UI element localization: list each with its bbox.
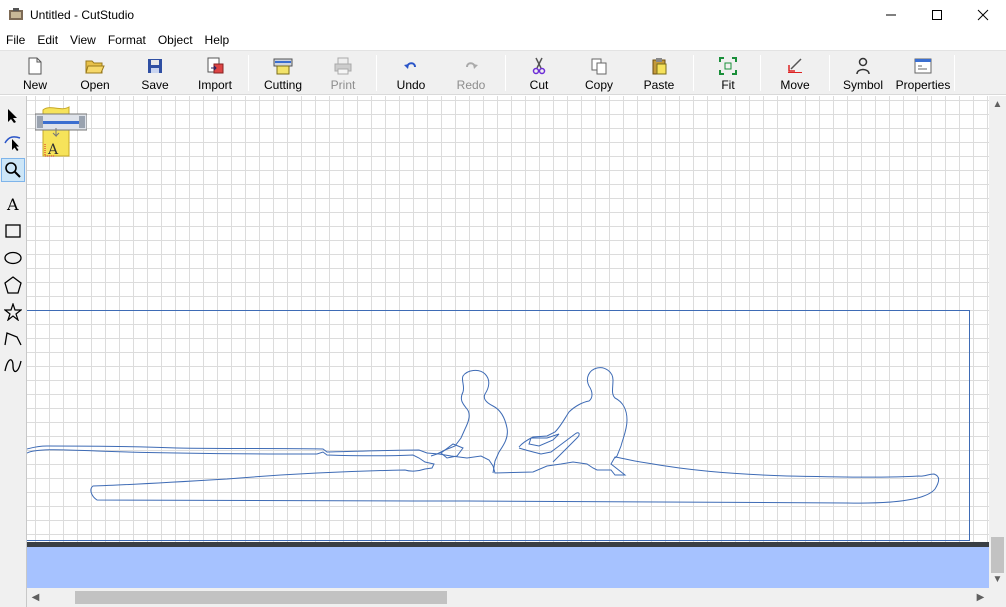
toolbar-separator: [248, 55, 249, 91]
curve-icon[interactable]: [1, 354, 25, 378]
star-icon[interactable]: [1, 300, 25, 324]
new-button[interactable]: New: [14, 53, 56, 93]
open-folder-icon: [84, 55, 106, 77]
fit-to-window-icon: [717, 55, 739, 77]
close-icon[interactable]: [960, 0, 1006, 30]
text-icon[interactable]: A: [1, 192, 25, 216]
cutter-icon: [272, 55, 294, 77]
menu-help[interactable]: Help: [199, 30, 236, 50]
save-floppy-icon: [144, 55, 166, 77]
paste-button[interactable]: Paste: [638, 53, 680, 93]
scroll-down-icon[interactable]: ▼: [989, 571, 1006, 588]
cutting-button[interactable]: Cutting: [260, 53, 306, 93]
redo-button[interactable]: Redo: [450, 53, 492, 93]
copy-icon: [588, 55, 610, 77]
node-edit-icon[interactable]: [1, 130, 25, 154]
scissors-icon: [528, 55, 550, 77]
undo-button[interactable]: Undo: [390, 53, 432, 93]
scroll-left-icon[interactable]: ◀: [27, 589, 44, 606]
app-icon: [8, 7, 24, 23]
menu-view[interactable]: View: [64, 30, 102, 50]
kayak-rowers-artwork[interactable]: [27, 96, 989, 542]
menu-edit[interactable]: Edit: [31, 30, 64, 50]
horizontal-scrollbar[interactable]: ◀ ▶: [27, 588, 989, 607]
printer-icon: [332, 55, 354, 77]
menu-object[interactable]: Object: [152, 30, 199, 50]
open-button[interactable]: Open: [74, 53, 116, 93]
properties-button[interactable]: Properties: [894, 53, 952, 93]
maximize-icon[interactable]: [914, 0, 960, 30]
toolbar: New Open Save Import Cutting Print Undo …: [0, 50, 1006, 95]
horizontal-scroll-thumb[interactable]: [75, 591, 447, 604]
polygon-icon[interactable]: [1, 273, 25, 297]
svg-text:A: A: [6, 196, 19, 212]
rectangle-icon[interactable]: [1, 219, 25, 243]
select-arrow-icon[interactable]: [1, 104, 25, 128]
properties-icon: [912, 55, 934, 77]
symbol-button[interactable]: Symbol: [840, 53, 886, 93]
scroll-up-icon[interactable]: ▲: [989, 96, 1006, 113]
ellipse-icon[interactable]: [1, 246, 25, 270]
drawing-canvas[interactable]: A: [27, 96, 989, 588]
move-button[interactable]: Move: [774, 53, 816, 93]
toolbar-separator: [693, 55, 694, 91]
menu-bar: File Edit View Format Object Help: [0, 30, 1006, 50]
scrollbar-corner: [989, 588, 1006, 607]
toolbar-separator: [376, 55, 377, 91]
polyline-icon[interactable]: [1, 327, 25, 351]
undo-arrow-icon: [400, 55, 422, 77]
title-bar: Untitled - CutStudio: [0, 0, 1006, 30]
toolbar-separator: [829, 55, 830, 91]
minimize-icon[interactable]: [868, 0, 914, 30]
vertical-scroll-thumb[interactable]: [991, 537, 1004, 573]
paste-clipboard-icon: [648, 55, 670, 77]
toolbar-separator: [954, 55, 955, 91]
print-button[interactable]: Print: [322, 53, 364, 93]
vertical-scrollbar[interactable]: ▲ ▼: [989, 96, 1006, 588]
save-button[interactable]: Save: [134, 53, 176, 93]
menu-file[interactable]: File: [0, 30, 31, 50]
fit-button[interactable]: Fit: [707, 53, 749, 93]
redo-arrow-icon: [460, 55, 482, 77]
import-button[interactable]: Import: [192, 53, 238, 93]
tool-palette: A: [0, 96, 27, 607]
move-icon: [784, 55, 806, 77]
import-icon: [204, 55, 226, 77]
symbol-person-icon: [852, 55, 874, 77]
cut-button[interactable]: Cut: [518, 53, 560, 93]
toolbar-separator: [760, 55, 761, 91]
new-document-icon: [24, 55, 46, 77]
toolbar-separator: [505, 55, 506, 91]
copy-button[interactable]: Copy: [578, 53, 620, 93]
scroll-right-icon[interactable]: ▶: [972, 589, 989, 606]
zoom-icon[interactable]: [1, 158, 25, 182]
menu-format[interactable]: Format: [102, 30, 152, 50]
window-title: Untitled - CutStudio: [30, 8, 135, 22]
plotter-range-area: [27, 542, 989, 588]
